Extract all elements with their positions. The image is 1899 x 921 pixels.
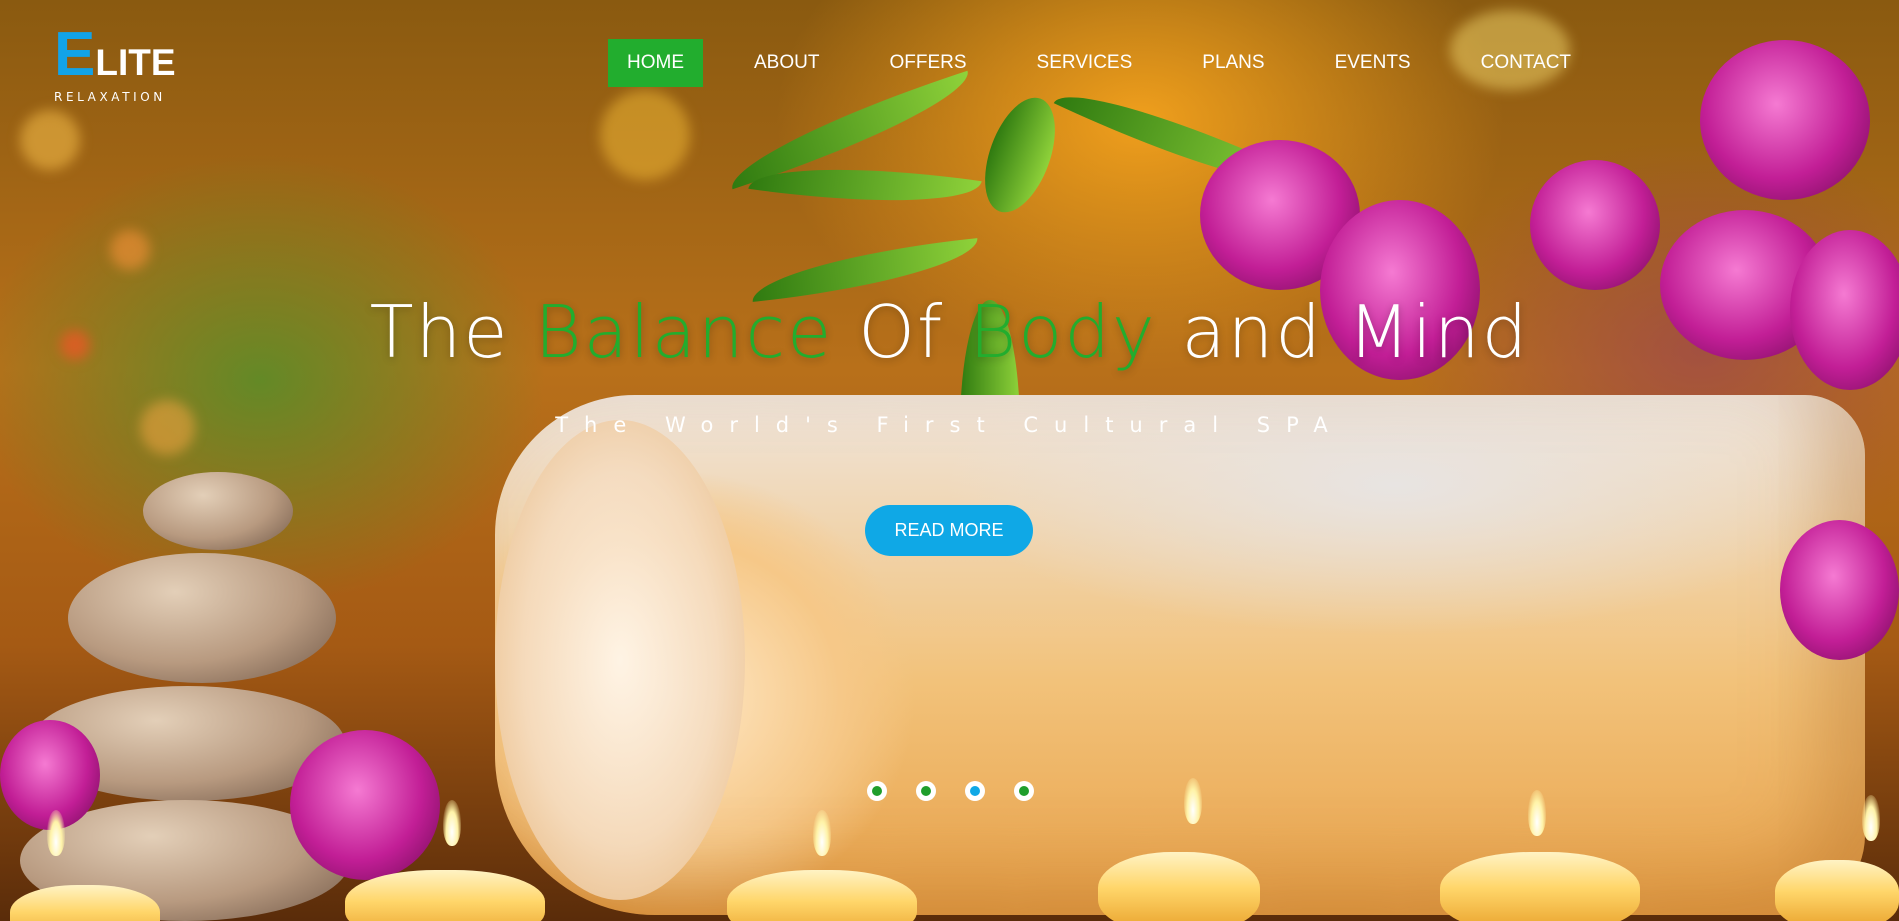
candle-flame (1184, 778, 1202, 824)
hero-title-highlight: Body (969, 290, 1157, 374)
candle-flame (443, 800, 461, 846)
hero-title-highlight: Balance (534, 290, 834, 374)
bokeh-light (600, 90, 690, 180)
stone (68, 553, 336, 683)
candle (345, 870, 545, 921)
nav-item-plans[interactable]: PLANS (1183, 39, 1283, 87)
nav-item-contact[interactable]: CONTACT (1462, 39, 1590, 87)
orchid-flower (1780, 520, 1899, 660)
logo-initial: E (54, 20, 96, 89)
read-more-button[interactable]: READ MORE (865, 505, 1033, 556)
slider-dot-active[interactable] (965, 781, 985, 801)
stone (143, 472, 293, 550)
orchid-flower (1530, 160, 1660, 290)
bokeh-light (110, 230, 150, 270)
nav-item-offers[interactable]: OFFERS (870, 39, 985, 87)
hero-title-part: The (369, 290, 535, 374)
hero-title-part: and Mind (1156, 290, 1530, 374)
orchid-flower (1700, 40, 1870, 200)
candle-flame (47, 810, 65, 856)
candle (1098, 852, 1260, 921)
slider-dot[interactable] (916, 781, 936, 801)
hero-title-part: Of (833, 290, 970, 374)
slider-pagination (867, 781, 1034, 801)
orchid-flower (290, 730, 440, 880)
slider-dot[interactable] (867, 781, 887, 801)
nav-item-home[interactable]: HOME (608, 39, 703, 87)
candle-flame (813, 810, 831, 856)
candle-flame (1528, 790, 1546, 836)
hero-subtitle: The World's First Cultural SPA (555, 413, 1344, 437)
candle (1775, 860, 1899, 921)
candle (1440, 852, 1640, 921)
logo-name: LITE (95, 42, 176, 83)
candle-flame (1862, 795, 1880, 841)
slider-dot[interactable] (1014, 781, 1034, 801)
site-logo[interactable]: ELITE RELAXATION (54, 24, 176, 105)
main-nav: HOME ABOUT OFFERS SERVICES PLANS EVENTS … (608, 39, 1622, 87)
nav-item-about[interactable]: ABOUT (735, 39, 838, 87)
hero-banner: ELITE RELAXATION HOME ABOUT OFFERS SERVI… (0, 0, 1899, 921)
bamboo-leaf (971, 88, 1069, 222)
candle (727, 870, 917, 921)
bokeh-light (20, 110, 80, 170)
nav-item-events[interactable]: EVENTS (1316, 39, 1430, 87)
towel-roll-end (495, 420, 745, 900)
hero-title: The Balance Of Body and Mind (0, 290, 1899, 374)
logo-tagline: RELAXATION (54, 90, 166, 104)
nav-item-services[interactable]: SERVICES (1018, 39, 1152, 87)
